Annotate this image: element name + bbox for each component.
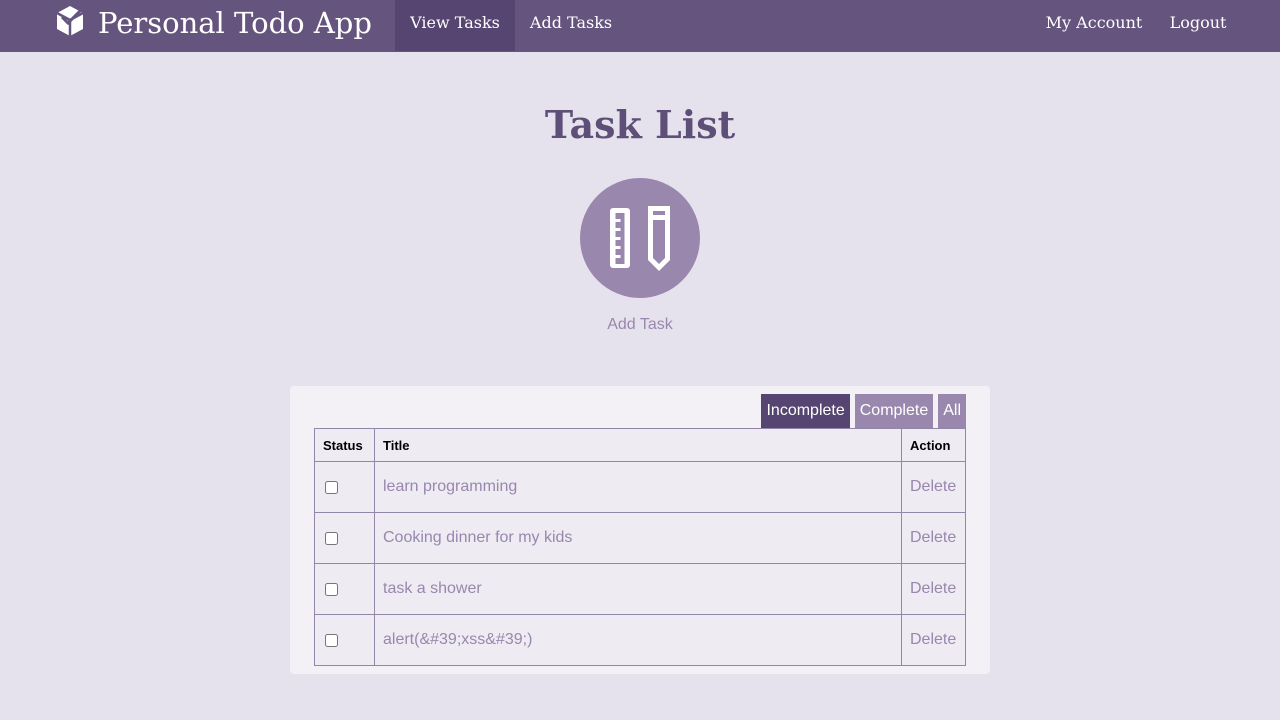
- nav-add-tasks[interactable]: Add Tasks: [515, 0, 627, 51]
- status-cell: [314, 461, 375, 513]
- brand-title: Personal Todo App: [98, 6, 372, 40]
- task-title: alert(&#39;xss&#39;): [374, 614, 902, 666]
- action-cell: Delete: [901, 614, 966, 666]
- task-status-checkbox[interactable]: [325, 583, 338, 596]
- table-row: Cooking dinner for my kids Delete: [314, 512, 966, 564]
- table-row: alert(&#39;xss&#39;) Delete: [314, 614, 966, 666]
- task-status-checkbox[interactable]: [325, 634, 338, 647]
- delete-link[interactable]: Delete: [910, 478, 956, 495]
- status-cell: [314, 563, 375, 615]
- task-panel: Incomplete Complete All Status Title Act…: [290, 386, 990, 674]
- top-navbar: Personal Todo App View Tasks Add Tasks M…: [0, 0, 1280, 52]
- status-cell: [314, 614, 375, 666]
- add-task-button[interactable]: [580, 178, 700, 298]
- action-cell: Delete: [901, 563, 966, 615]
- delete-link[interactable]: Delete: [910, 631, 956, 648]
- ruler-pencil-icon: [610, 206, 670, 271]
- header-action: Action: [901, 428, 966, 462]
- nav-view-tasks[interactable]: View Tasks: [395, 0, 515, 51]
- action-cell: Delete: [901, 461, 966, 513]
- table-header-row: Status Title Action: [314, 428, 966, 462]
- task-status-checkbox[interactable]: [325, 481, 338, 494]
- table-row: task a shower Delete: [314, 563, 966, 615]
- filter-group: Incomplete Complete All: [761, 394, 966, 428]
- status-cell: [314, 512, 375, 564]
- delete-link[interactable]: Delete: [910, 529, 956, 546]
- action-cell: Delete: [901, 512, 966, 564]
- filter-incomplete-button[interactable]: Incomplete: [761, 394, 850, 428]
- delete-link[interactable]: Delete: [910, 580, 956, 597]
- page-title: Task List: [544, 102, 736, 147]
- add-task-link[interactable]: Add Task: [540, 316, 740, 334]
- table-row: learn programming Delete: [314, 461, 966, 513]
- task-title: task a shower: [374, 563, 902, 615]
- cube-check-icon: [54, 4, 86, 43]
- task-table: Status Title Action learn programming De…: [314, 428, 966, 666]
- task-title: Cooking dinner for my kids: [374, 512, 902, 564]
- task-title: learn programming: [374, 461, 902, 513]
- filter-all-button[interactable]: All: [938, 394, 966, 428]
- header-title: Title: [374, 428, 902, 462]
- header-status: Status: [314, 428, 375, 462]
- task-status-checkbox[interactable]: [325, 532, 338, 545]
- filter-complete-button[interactable]: Complete: [854, 394, 934, 428]
- nav-my-account[interactable]: My Account: [1032, 0, 1156, 51]
- brand[interactable]: Personal Todo App: [54, 0, 372, 46]
- nav-logout[interactable]: Logout: [1156, 0, 1240, 51]
